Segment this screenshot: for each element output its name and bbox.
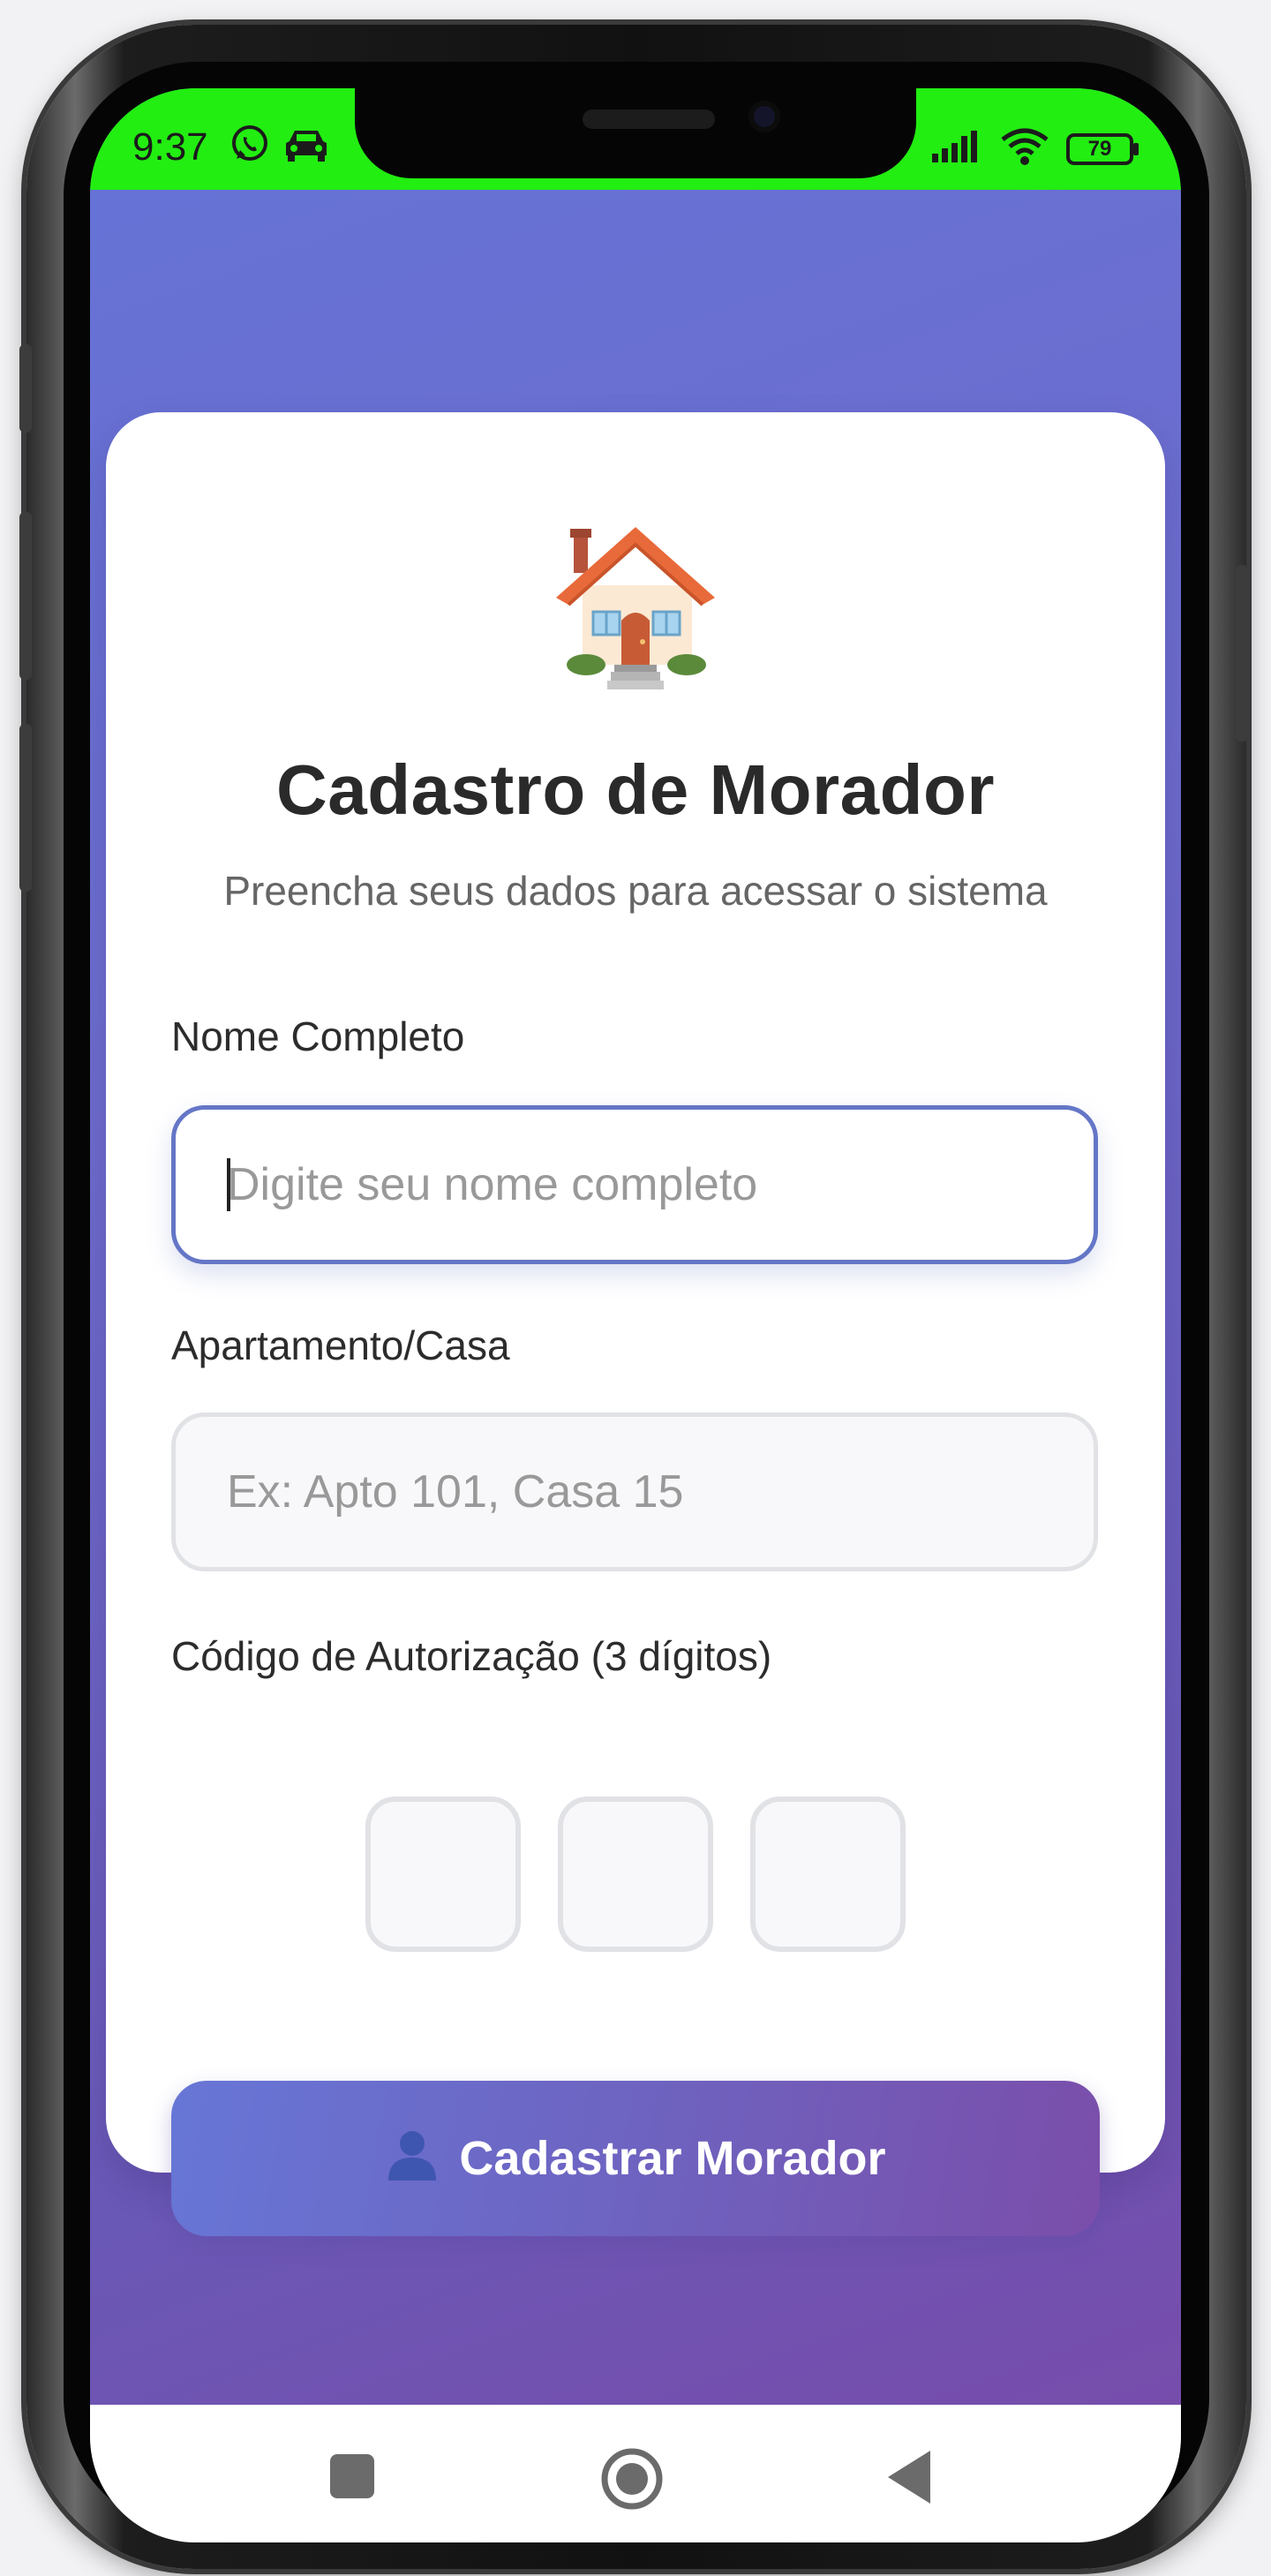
triangle-back-icon[interactable] bbox=[884, 2449, 934, 2510]
house-icon bbox=[547, 516, 724, 693]
circle-icon[interactable] bbox=[600, 2447, 664, 2515]
unit-input-placeholder: Ex: Apto 101, Casa 15 bbox=[227, 1466, 684, 1518]
device-frame: 9:37 79 Cadastro de Morador Preencha seu… bbox=[0, 0, 1271, 2576]
square-icon[interactable] bbox=[328, 2452, 376, 2504]
camera-notch bbox=[355, 88, 916, 178]
side-button-left-2 bbox=[19, 512, 32, 680]
register-button-label: Cadastrar Morador bbox=[459, 2132, 886, 2185]
name-label: Nome Completo bbox=[171, 1013, 465, 1059]
side-button-right bbox=[1236, 565, 1248, 742]
code-label: Código de Autorização (3 dígitos) bbox=[171, 1633, 772, 1679]
wifi-icon bbox=[999, 127, 1050, 170]
name-input[interactable]: Digite seu nome completo bbox=[171, 1105, 1098, 1264]
code-digit-1[interactable] bbox=[365, 1796, 521, 1952]
navigation-bar bbox=[90, 2405, 1181, 2542]
code-digit-2[interactable] bbox=[558, 1796, 713, 1952]
signal-icon bbox=[930, 129, 983, 169]
status-icons-left bbox=[229, 124, 330, 169]
status-time: 9:37 bbox=[132, 125, 208, 169]
name-input-placeholder: Digite seu nome completo bbox=[227, 1159, 758, 1210]
register-button[interactable]: Cadastrar Morador bbox=[171, 2081, 1100, 2236]
page-title: Cadastro de Morador bbox=[275, 750, 996, 829]
unit-input[interactable]: Ex: Apto 101, Casa 15 bbox=[171, 1412, 1098, 1571]
front-camera bbox=[748, 101, 780, 132]
status-icons-right: 79 bbox=[930, 127, 1140, 170]
battery-level: 79 bbox=[1087, 136, 1112, 161]
code-digit-3[interactable] bbox=[750, 1796, 906, 1952]
screen: 9:37 79 Cadastro de Morador Preencha seu… bbox=[90, 88, 1181, 2542]
whatsapp-icon bbox=[229, 124, 270, 169]
side-button-left-3 bbox=[19, 724, 32, 892]
unit-label: Apartamento/Casa bbox=[171, 1322, 510, 1368]
registration-card: Cadastro de Morador Preencha seus dados … bbox=[106, 412, 1165, 2236]
user-icon bbox=[385, 2126, 440, 2192]
side-button-left-1 bbox=[19, 344, 32, 433]
page-subtitle: Preencha seus dados para acessar o siste… bbox=[223, 868, 1048, 914]
battery-icon: 79 bbox=[1066, 132, 1140, 166]
earpiece-speaker bbox=[583, 109, 715, 129]
car-icon bbox=[282, 125, 330, 167]
